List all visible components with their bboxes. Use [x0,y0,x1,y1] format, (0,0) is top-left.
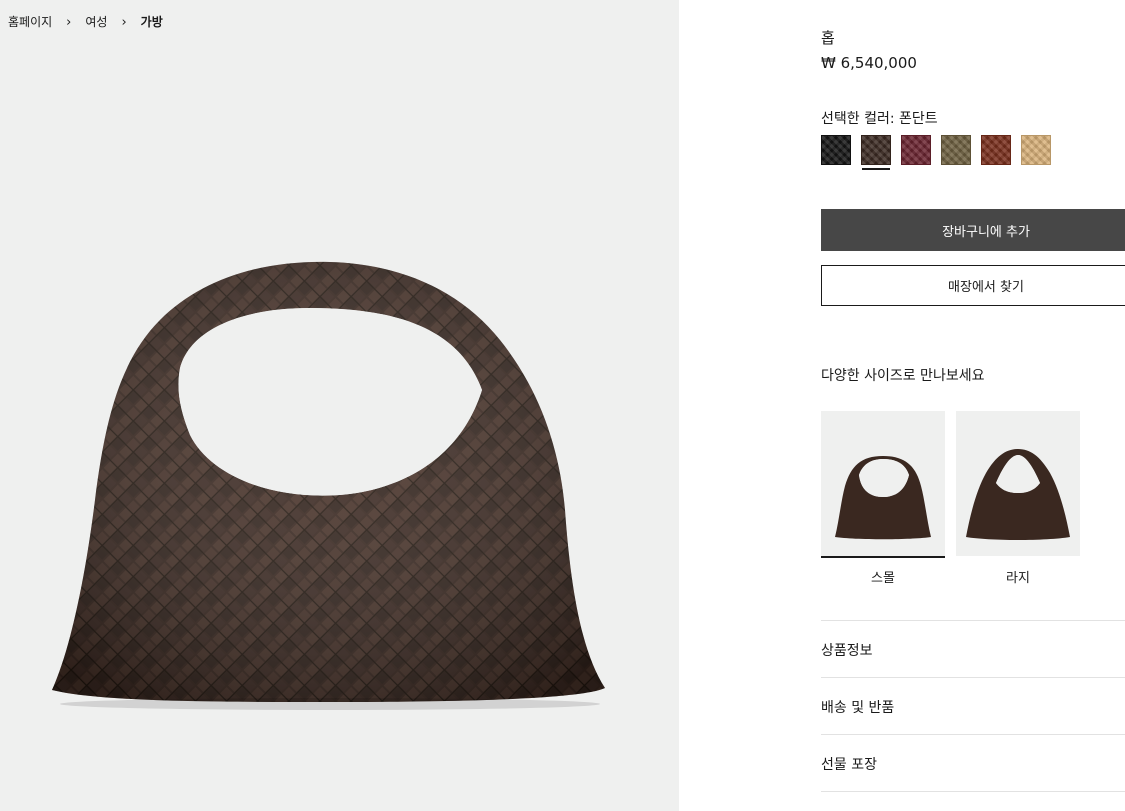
breadcrumb-home[interactable]: 홈페이지 [8,13,52,30]
size-thumbnail-small [821,411,945,556]
size-thumbnail-large [956,411,1080,556]
chevron-right-icon: › [121,15,127,30]
product-page: 홈페이지 › 여성 › 가방 홉 ₩ 6,540,000 선택한 컬러: 폰단트… [0,0,1125,811]
color-swatch[interactable] [1021,135,1051,165]
breadcrumb-bags[interactable]: 가방 [141,13,163,30]
accordion-label: 배송 및 반품 [821,699,895,716]
product-price: ₩ 6,540,000 [821,54,917,72]
accordion-product-info[interactable]: 상품정보 [821,620,1125,678]
accordion-label: 선물 포장 [821,756,877,773]
color-swatch[interactable] [861,135,891,170]
color-swatch[interactable] [901,135,931,165]
sizes-heading: 다양한 사이즈로 만나보세요 [821,368,985,384]
add-to-cart-button[interactable]: 장바구니에 추가 [821,209,1125,251]
size-option-large[interactable]: 라지 [956,411,1080,586]
accordion-gift-wrapping[interactable]: 선물 포장 [821,734,1125,792]
product-info-panel: 홉 ₩ 6,540,000 선택한 컬러: 폰단트 장바구니에 추가 매장에서 … [821,0,1125,811]
product-image[interactable] [40,250,620,720]
size-option-small[interactable]: 스몰 [821,411,945,586]
product-gallery: 홈페이지 › 여성 › 가방 [0,0,679,811]
size-label-large: 라지 [1006,571,1030,586]
chevron-right-icon: › [66,15,72,30]
selected-color-label: 선택한 컬러: 폰단트 [821,111,938,127]
color-swatch[interactable] [981,135,1011,165]
product-name: 홉 [821,29,835,47]
breadcrumb-women[interactable]: 여성 [85,13,107,30]
size-label-small: 스몰 [871,571,895,586]
find-in-store-button[interactable]: 매장에서 찾기 [821,265,1125,306]
breadcrumb: 홈페이지 › 여성 › 가방 [8,13,163,30]
color-swatches [821,135,1061,170]
accordion-shipping-returns[interactable]: 배송 및 반품 [821,677,1125,735]
accordion-label: 상품정보 [821,642,873,659]
color-swatch[interactable] [941,135,971,165]
size-selected-indicator [821,556,945,558]
color-swatch[interactable] [821,135,851,165]
accordion-bottom-divider [821,791,1125,811]
